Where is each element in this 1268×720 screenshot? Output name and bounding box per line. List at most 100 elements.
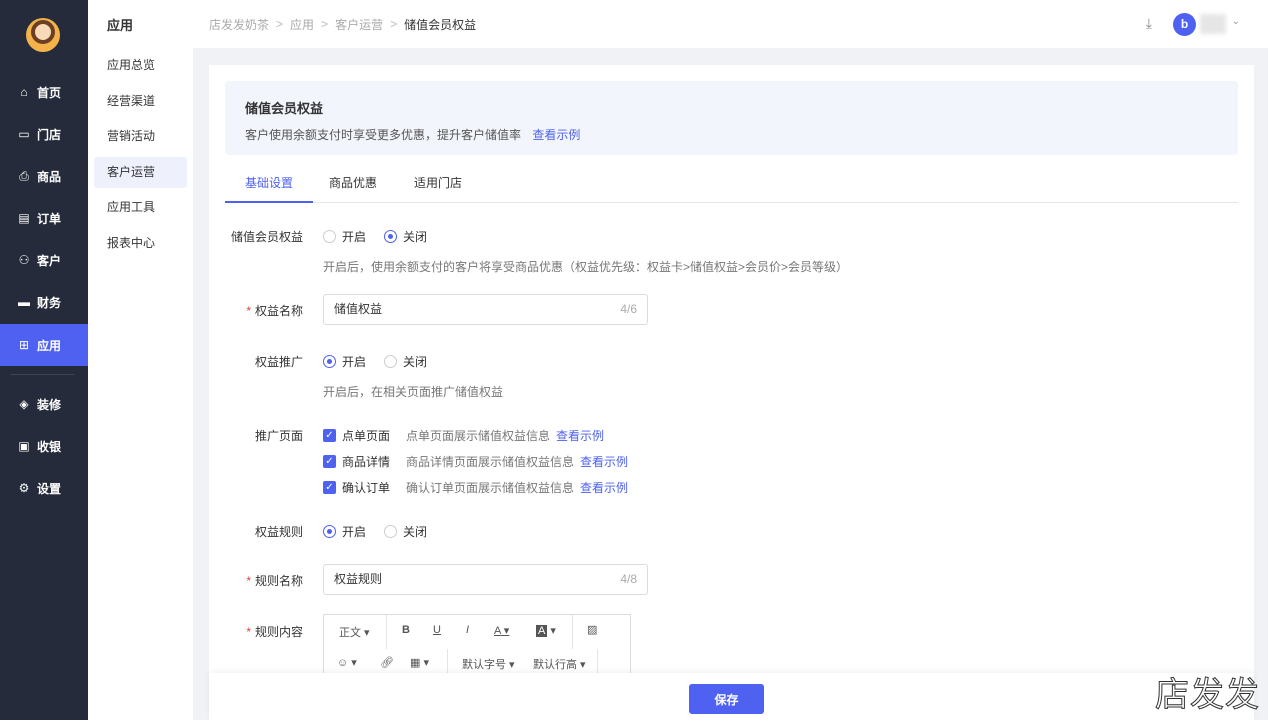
enable-radio-group: 开启 关闭 [323,228,427,245]
rule-name-input[interactable]: 权益规则 4/8 [323,564,648,595]
image-icon[interactable]: ▨ [587,623,597,636]
underline-icon[interactable]: U [433,624,441,636]
nav-store[interactable]: ▭ 门店 [0,113,88,155]
input-value: 权益规则 [334,572,383,586]
rule-content-label: * 规则内容 [246,625,303,639]
radio-off[interactable] [384,525,398,538]
radio-label: 开启 [342,230,367,244]
order-icon: ▤ [18,211,30,225]
checkbox-checked[interactable]: ✓ [323,455,336,468]
avatar[interactable] [26,18,60,52]
tab-stores[interactable]: 适用门店 [394,167,482,203]
font-size-select[interactable]: 默认字号 ▾ [462,656,515,672]
nav-label: 装修 [37,397,62,412]
nav-label: 设置 [37,481,62,496]
breadcrumb-current: 储值会员权益 [404,17,477,32]
submenu-item[interactable]: 应用工具 [94,192,187,223]
submenu-item[interactable]: 营销活动 [94,121,187,152]
watermark: 店发发 [1155,676,1260,715]
submenu-item[interactable]: 经营渠道 [94,86,187,117]
radio-label: 关闭 [403,525,428,539]
label-text: 权益名称 [254,304,303,318]
nav-goods[interactable]: ⎙ 商品 [0,155,88,197]
breadcrumb-item[interactable]: 店发发奶茶 [209,16,269,33]
name-label: * 权益名称 [246,304,303,318]
bold-icon[interactable]: B [402,624,410,636]
nav-label: 订单 [37,211,62,226]
banner-example-link[interactable]: 查看示例 [532,128,580,142]
nav-home[interactable]: ⌂ 首页 [0,71,88,113]
nav-decorate[interactable]: ◈ 装修 [0,383,88,425]
text-style-select[interactable]: 正文 ▾ [339,624,370,640]
divider [386,615,387,649]
nav-settings[interactable]: ⚙ 设置 [0,467,88,509]
radio-off[interactable] [384,230,398,243]
nav-label: 财务 [37,295,62,310]
content-card: 储值会员权益 客户使用余额支付时享受更多优惠，提升客户储值率 查看示例 基础设置… [209,65,1254,685]
submenu-item[interactable]: 报表中心 [94,228,187,259]
rules-label: 权益规则 [254,525,303,539]
promo-hint: 开启后，在相关页面推广储值权益 [323,385,504,399]
link-icon[interactable]: 🔗︎ [380,656,394,669]
home-icon: ⌂ [20,85,28,99]
font-color-icon[interactable]: A ▾ [494,624,509,637]
option-desc: 确认订单页面展示储值权益信息 [406,481,575,495]
nav-cashier[interactable]: ▣ 收银 [0,425,88,467]
main-sidebar: ⌂ 首页 ▭ 门店 ⎙ 商品 ▤ 订单 ⚇ 客户 ▬ 财务 ⊞ 应用 ◈ 装修 ▣ 收银 ⚙ 设置 [0,0,88,720]
enable-hint: 开启后，使用余额支付的客户将享受商品优惠（权益优先级：权益卡>储值权益>会员价>… [323,260,849,274]
pages-label: 推广页面 [254,429,303,443]
nav-customers[interactable]: ⚇ 客户 [0,239,88,281]
label-text: 规则内容 [254,625,303,639]
chevron-down-icon[interactable]: ⌄ [1232,16,1240,27]
breadcrumb-item[interactable]: 客户运营 [335,16,383,33]
example-link[interactable]: 查看示例 [580,453,628,470]
line-height-select[interactable]: 默认行高 ▾ [533,656,586,672]
layers-icon: ◈ [19,397,29,411]
card-icon: ▬ [18,295,30,309]
submenu-item[interactable]: 应用总览 [94,50,187,81]
emoji-icon[interactable]: ☺ ▾ [337,656,357,669]
banner-desc: 客户使用余额支付时享受更多优惠，提升客户储值率 [245,128,522,142]
nav-orders[interactable]: ▤ 订单 [0,197,88,239]
radio-on[interactable] [323,355,336,368]
italic-icon[interactable]: I [466,624,469,636]
line-height-label: 默认行高 [533,659,577,671]
table-icon[interactable]: ▦ ▾ [410,656,429,669]
promo-radio-group: 开启 关闭 [323,353,427,370]
info-banner: 储值会员权益 客户使用余额支付时享受更多优惠，提升客户储值率 查看示例 [225,81,1238,155]
breadcrumb-item[interactable]: 应用 [290,16,314,33]
brand-logo[interactable]: b [1173,13,1196,36]
checkbox-checked[interactable]: ✓ [323,429,336,442]
font-size-label: 默认字号 [462,659,506,671]
username-blurred[interactable] [1200,14,1226,34]
download-icon[interactable]: ⤓ [1146,15,1152,32]
tab-goods-discount[interactable]: 商品优惠 [309,167,397,203]
radio-on[interactable] [323,230,336,243]
nav-finance[interactable]: ▬ 财务 [0,281,88,323]
char-count: 4/8 [620,572,637,586]
radio-label: 关闭 [403,230,428,244]
tab-basic[interactable]: 基础设置 [225,167,314,203]
submenu-title: 应用 [107,18,134,33]
save-button[interactable]: 保存 [689,684,764,714]
nav-label: 首页 [37,85,62,100]
page-option: ✓ 点单页面 点单页面展示储值权益信息 查看示例 [323,427,604,444]
divider [572,615,573,649]
user-icon: ⚇ [18,253,30,267]
radio-label: 开启 [342,355,367,369]
bag-icon: ⎙ [19,168,29,183]
radio-off[interactable] [384,355,398,368]
checkbox-checked[interactable]: ✓ [323,481,336,494]
radio-on[interactable] [323,525,336,538]
option-desc: 点单页面展示储值权益信息 [406,429,551,443]
option-name: 点单页面 [342,429,391,443]
apps-icon: ⊞ [18,338,30,352]
nav-apps[interactable]: ⊞ 应用 [0,324,88,366]
bg-color-icon[interactable]: A ▾ [536,624,556,637]
example-link[interactable]: 查看示例 [580,479,628,496]
input-value: 储值权益 [334,302,383,316]
submenu-item-active[interactable]: 客户运营 [94,157,187,188]
page-option: ✓ 确认订单 确认订单页面展示储值权益信息 查看示例 [323,479,628,496]
example-link[interactable]: 查看示例 [556,427,604,444]
benefit-name-input[interactable]: 储值权益 4/6 [323,294,648,325]
